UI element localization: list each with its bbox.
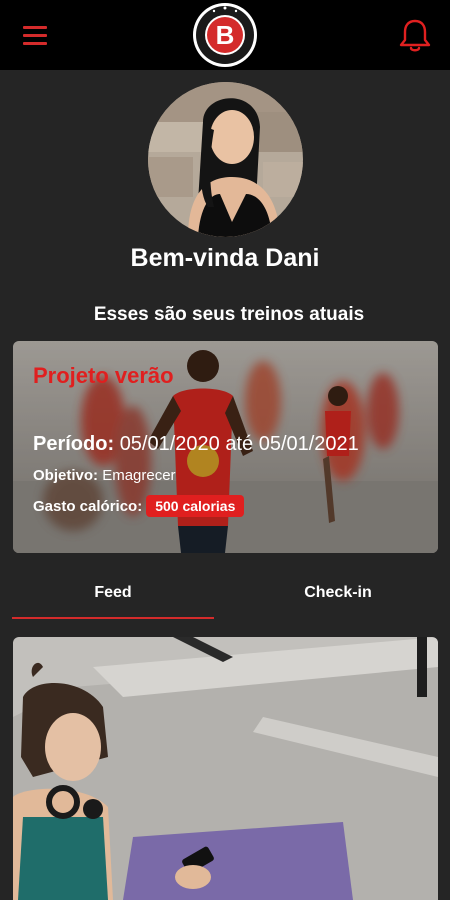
tab-check-in[interactable]: Check-in	[226, 572, 450, 620]
brand-logo[interactable]: B	[192, 2, 258, 68]
section-subtitle: Esses são seus treinos atuais	[93, 304, 365, 325]
top-app-bar: B	[0, 0, 450, 70]
workout-card[interactable]: Projeto verão Período: 05/01/2020 até 05…	[13, 341, 438, 553]
active-tab-indicator	[12, 617, 214, 619]
welcome-heading: Bem-vinda Dani	[130, 244, 320, 272]
tab-feed[interactable]: Feed	[12, 572, 214, 620]
hamburger-menu-icon[interactable]	[14, 20, 56, 50]
bell-icon[interactable]	[396, 16, 434, 54]
period-label: Período:	[33, 433, 115, 455]
goal-label: Objetivo:	[33, 467, 99, 484]
tab-bar: Feed Check-in	[0, 572, 450, 622]
logo-letter: B	[216, 20, 235, 50]
period-value: 05/01/2020 até 05/01/2021	[119, 433, 359, 455]
workout-calories: Gasto calórico: 500 calorias	[33, 495, 245, 517]
workout-period: Período: 05/01/2020 até 05/01/2021	[33, 433, 359, 456]
feed-post-image[interactable]	[13, 637, 438, 900]
workout-goal: Objetivo: Emagrecer	[33, 467, 176, 484]
calories-badge: 500 calorias	[146, 495, 245, 517]
workout-title: Projeto verão	[33, 363, 174, 388]
calories-label: Gasto calórico:	[33, 497, 143, 515]
goal-value: Emagrecer	[102, 467, 176, 484]
avatar[interactable]	[148, 82, 303, 237]
